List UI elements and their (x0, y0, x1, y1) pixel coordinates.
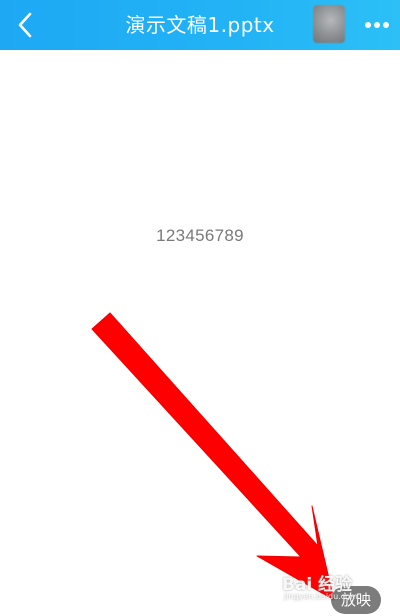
more-horizontal-icon (365, 22, 389, 28)
more-button[interactable] (360, 10, 394, 40)
chevron-left-icon (18, 12, 32, 38)
pptx-viewer-screen: 演示文稿1.pptx 123456789 放映 Bai 经验 jingyan.b… (0, 0, 400, 616)
play-slideshow-button[interactable]: 放映 (331, 586, 381, 614)
document-title: 演示文稿1.pptx (125, 13, 275, 37)
avatar[interactable] (313, 5, 345, 43)
slide-content-text: 123456789 (156, 226, 244, 245)
back-button[interactable] (8, 7, 42, 43)
top-bar: 演示文稿1.pptx (0, 0, 400, 50)
red-arrow-icon (91, 312, 335, 601)
